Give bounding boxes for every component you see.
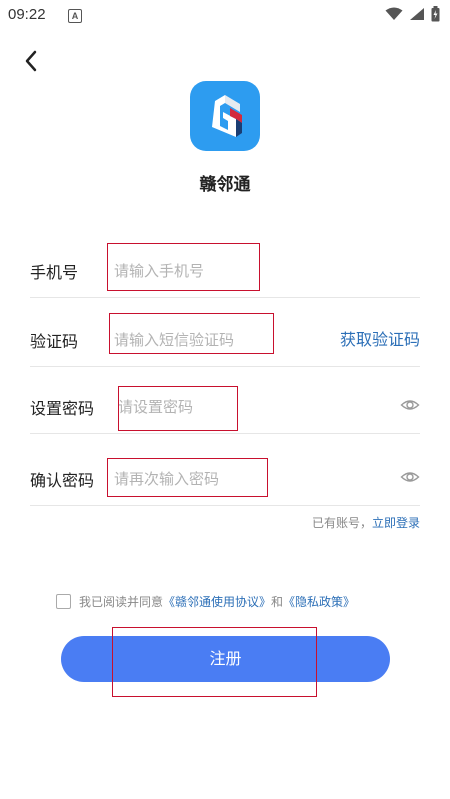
password-label: 设置密码 xyxy=(30,399,95,418)
status-icons xyxy=(385,6,440,22)
password-row: 设置密码 xyxy=(30,381,420,434)
code-input[interactable] xyxy=(114,326,284,354)
confirm-password-label: 确认密码 xyxy=(30,471,95,490)
wifi-icon xyxy=(385,7,403,20)
status-time: 09:22 xyxy=(8,6,46,23)
signal-icon xyxy=(410,8,424,20)
app-logo xyxy=(190,81,260,151)
app-logo-icon xyxy=(212,95,242,137)
chevron-left-icon xyxy=(25,50,37,72)
agree-checkbox[interactable] xyxy=(56,594,71,609)
login-link[interactable]: 立即登录 xyxy=(372,516,420,530)
phone-label: 手机号 xyxy=(30,263,79,282)
status-bar: 09:22 A xyxy=(0,0,450,34)
agreement-and: 和 xyxy=(271,595,284,609)
agreement-prefix: 我已阅读并同意 xyxy=(79,595,164,609)
code-label: 验证码 xyxy=(30,332,79,351)
back-button[interactable] xyxy=(14,44,48,78)
phone-row: 手机号 xyxy=(30,245,420,298)
confirm-password-row: 确认密码 xyxy=(30,453,420,506)
phone-input[interactable] xyxy=(114,257,324,285)
eye-icon[interactable] xyxy=(400,467,420,487)
agreement: 我已阅读并同意 《赣邻通使用协议》 和 《隐私政策》 xyxy=(56,593,355,610)
password-input[interactable] xyxy=(118,393,318,421)
get-code-button[interactable]: 获取验证码 xyxy=(340,326,420,350)
battery-icon xyxy=(431,6,440,22)
privacy-link[interactable]: 《隐私政策》 xyxy=(283,593,355,610)
register-button[interactable]: 注册 xyxy=(61,636,390,682)
eye-icon[interactable] xyxy=(400,395,420,415)
app-name: 赣邻通 xyxy=(199,175,251,195)
confirm-password-input[interactable] xyxy=(114,465,324,493)
login-prompt-text: 已有账号， xyxy=(311,516,372,530)
terms-link[interactable]: 《赣邻通使用协议》 xyxy=(163,593,271,610)
login-prompt: 已有账号，立即登录 xyxy=(312,514,420,531)
code-row: 验证码 获取验证码 xyxy=(30,314,420,367)
notification-a-icon: A xyxy=(68,9,82,23)
